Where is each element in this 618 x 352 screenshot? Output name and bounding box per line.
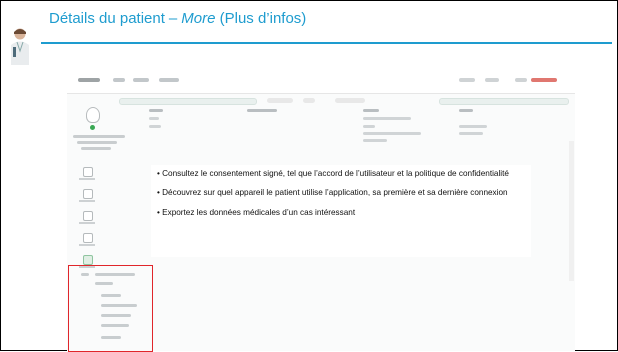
info-cell [459,109,473,112]
info-cell [363,132,421,135]
info-cell [363,125,375,128]
sidebar-icon[interactable] [83,233,93,243]
info-cell [459,125,487,128]
info-cell [363,109,379,112]
highlight-box [68,265,153,352]
sidebar-icon-more[interactable] [83,255,93,265]
profile-line [81,147,111,150]
info-cell [247,109,277,112]
info-cell [363,117,411,120]
scrollbar[interactable] [569,141,574,281]
top-link[interactable] [485,78,499,82]
secondary-field[interactable] [439,98,569,105]
sidebar-label [79,244,95,246]
filter-pill[interactable] [303,98,315,103]
info-cell [459,132,483,135]
sidebar-icon[interactable] [83,189,93,199]
nav-item[interactable] [159,78,179,82]
profile-line [73,135,125,138]
sidebar-icon[interactable] [83,211,93,221]
slide-title: Détails du patient – More (Plus d’infos) [49,10,306,27]
info-cell [363,139,387,142]
sidebar-label [79,222,95,224]
top-link[interactable] [459,78,475,82]
title-paren: (Plus d’infos) [219,10,307,27]
logout-link[interactable] [531,78,557,82]
info-cell [149,109,163,112]
nav-item[interactable] [133,78,149,82]
info-cell [149,125,161,128]
filter-pill[interactable] [335,98,365,103]
title-main: Détails du patient [49,10,165,27]
search-field[interactable] [119,98,257,105]
info-cell [149,117,159,120]
sidebar-icon[interactable] [83,167,93,177]
app-logo [78,78,100,82]
sidebar-label [79,200,95,202]
filter-pill[interactable] [267,98,293,103]
callout-bullet-consent: • Consultez le consentement signé, tel q… [157,169,509,178]
app-topbar [67,71,575,94]
nav-item[interactable] [113,78,125,82]
title-more: More [181,10,216,27]
sidebar-label [79,178,95,180]
top-link[interactable] [515,78,527,82]
info-callout: • Consultez le consentement signé, tel q… [151,165,531,257]
callout-bullet-device: • Découvrez sur quel appareil le patient… [157,188,508,198]
slide: Détails du patient–More (Plus d’infos) [0,0,618,352]
title-divider [41,42,612,44]
doctor-avatar-icon [11,28,29,65]
patient-avatar-icon [86,107,100,123]
patient-profile [67,107,133,167]
title-dash: – [168,10,178,27]
callout-bullet-export: • Exportez les données médicales d’un ca… [157,207,356,217]
profile-line [77,141,117,144]
status-dot-icon [90,125,95,130]
